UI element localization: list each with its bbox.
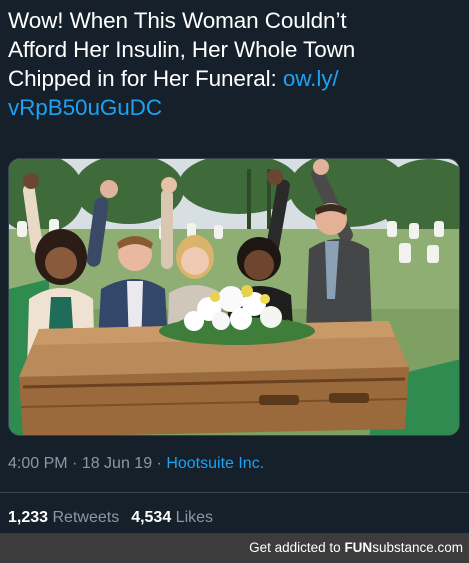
- meta-separator-2: ·: [152, 455, 167, 472]
- tweet-text: Wow! When This Woman Couldn’t Afford Her…: [8, 6, 460, 122]
- tweet-meta: 4:00 PM · 18 Jun 19 · Hootsuite Inc.: [8, 455, 264, 473]
- divider: [0, 492, 469, 493]
- likes-label: Likes: [171, 509, 214, 526]
- tweet-text-line-3: Chipped in for Her Funeral:: [8, 66, 283, 91]
- meta-separator: ·: [67, 455, 82, 472]
- tweet-photo[interactable]: [8, 158, 460, 436]
- watermark-prefix: Get addicted to: [249, 540, 345, 555]
- tweet-date[interactable]: 18 Jun 19: [82, 455, 152, 472]
- watermark-brand-fun: FUN: [344, 540, 373, 555]
- tweet-text-line-2: Afford Her Insulin, Her Whole Town: [8, 37, 356, 62]
- watermark-brand-sub: substance: [372, 540, 434, 555]
- tweet-link-part-1[interactable]: ow.ly/: [283, 66, 339, 91]
- tweet-link-part-2[interactable]: vRpB50uGuDC: [8, 95, 162, 120]
- retweets-label: Retweets: [48, 509, 120, 526]
- likes-stat[interactable]: 4,534 Likes: [131, 509, 213, 526]
- watermark-suffix: .com: [433, 540, 463, 555]
- funeral-photo-illustration[interactable]: [9, 159, 460, 436]
- retweets-stat[interactable]: 1,233 Retweets: [8, 509, 119, 526]
- funsubstance-watermark: Get addicted to FUNsubstance.com: [0, 533, 469, 563]
- tweet-text-line-1: Wow! When This Woman Couldn’t: [8, 8, 347, 33]
- tweet-stats: 1,233 Retweets 4,534 Likes: [8, 509, 213, 527]
- retweets-count: 1,233: [8, 509, 49, 526]
- tweet-source-link[interactable]: Hootsuite Inc.: [166, 455, 264, 472]
- likes-count: 4,534: [131, 509, 172, 526]
- tweet-card: Wow! When This Woman Couldn’t Afford Her…: [0, 0, 469, 533]
- tweet-time[interactable]: 4:00 PM: [8, 455, 68, 472]
